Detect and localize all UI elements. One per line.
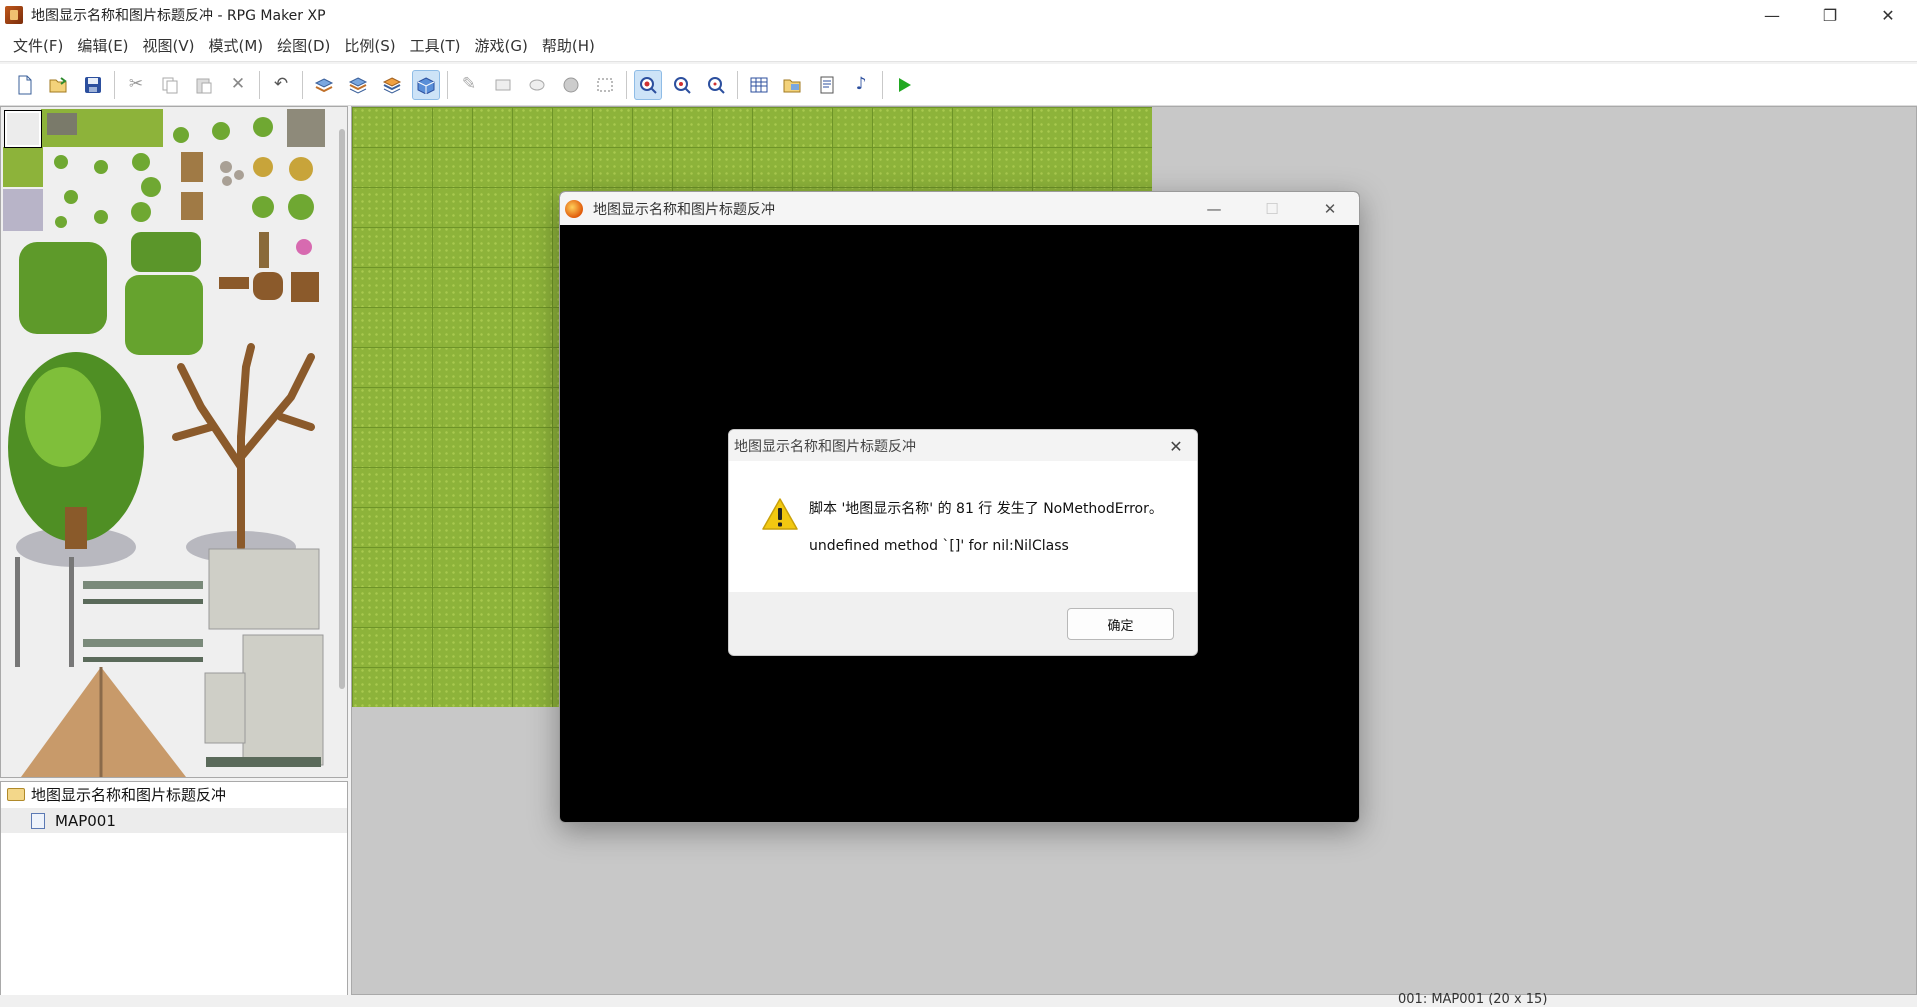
materials-icon[interactable] [779,70,807,100]
menu-mode[interactable]: 模式(M) [202,35,271,56]
minimize-icon[interactable]: — [1743,0,1801,30]
event-layer-icon[interactable] [412,69,440,100]
tile-selection-cursor[interactable] [4,110,42,148]
open-project-icon[interactable] [45,70,73,100]
map-tree-item-label: MAP001 [55,811,116,830]
rectangle-icon[interactable] [489,70,517,100]
menu-edit[interactable]: 编辑(E) [70,35,135,56]
copy-icon[interactable] [156,70,184,100]
menu-file[interactable]: 文件(F) [6,35,70,56]
script-editor-icon[interactable] [813,70,841,100]
save-icon[interactable] [79,70,107,100]
close-icon[interactable]: ✕ [1859,0,1917,30]
map-tree-root-label: 地图显示名称和图片标题反冲 [31,786,227,804]
database-icon[interactable] [745,70,773,100]
menu-scale[interactable]: 比例(S) [337,35,402,56]
tileset-panel[interactable] [0,106,348,778]
tileset-scrollbar[interactable] [339,129,345,689]
playtest-icon[interactable] [890,70,918,100]
menu-help[interactable]: 帮助(H) [535,35,602,56]
error-message-line2: undefined method `[]' for nil:NilClass [809,538,1069,554]
map-file-icon [31,812,45,829]
ok-button[interactable]: 确定 [1067,608,1174,640]
error-dialog-title: 地图显示名称和图片标题反冲 [734,438,916,455]
zoom-1-2-icon[interactable] [668,70,696,100]
toolbar-separator [114,70,115,99]
error-dialog-body: 脚本 '地图显示名称' 的 81 行 发生了 NoMethodError。 un… [729,461,1197,592]
close-icon[interactable]: ✕ [1165,435,1187,457]
map-tree-root[interactable]: 地图显示名称和图片标题反冲 [1,782,347,807]
delete-icon[interactable]: ✕ [224,70,252,100]
tileset-image[interactable] [1,107,347,777]
folder-icon [7,788,25,801]
pencil-icon[interactable]: ✎ [455,70,483,100]
warning-icon [762,498,798,530]
toolbar-separator [259,70,260,99]
game-window-controls: — ☐ ✕ [1185,192,1359,225]
app-titlebar: 地图显示名称和图片标题反冲 - RPG Maker XP — ❐ ✕ [0,0,1917,30]
rpgmaker-app-icon [5,6,23,24]
menu-view[interactable]: 视图(V) [136,35,202,56]
undo-icon[interactable]: ↶ [267,70,295,100]
toolbar-separator [626,70,627,99]
paste-icon[interactable] [190,70,218,100]
window-controls: — ❐ ✕ [1743,0,1917,30]
close-icon[interactable]: ✕ [1301,192,1359,225]
menu-bar: 文件(F) 编辑(E) 视图(V) 模式(M) 绘图(D) 比例(S) 工具(T… [0,30,1917,62]
game-app-icon [565,199,583,218]
map-info-status: 001: MAP001 (20 x 15) [1398,992,1548,1007]
toolbar-separator [447,70,448,99]
ellipse-icon[interactable] [523,70,551,100]
zoom-1-1-icon[interactable] [634,69,662,100]
sound-test-icon[interactable]: ♪ [847,70,875,100]
error-dialog: 地图显示名称和图片标题反冲 ✕ 脚本 '地图显示名称' 的 81 行 发生了 N… [728,429,1198,656]
cut-icon[interactable]: ✂ [122,70,150,100]
maximize-icon: ☐ [1265,199,1279,218]
layer2-icon[interactable] [344,70,372,100]
menu-tools[interactable]: 工具(T) [403,35,468,56]
new-file-icon[interactable] [11,70,39,100]
error-dialog-titlebar: 地图显示名称和图片标题反冲 ✕ [729,430,1197,461]
toolbar-separator [882,70,883,99]
toolbar: ✂ ✕ ↶ ✎ ♪ [0,64,1917,106]
map-tree-item[interactable]: MAP001 [1,808,347,833]
zoom-1-4-icon[interactable] [702,70,730,100]
toolbar-separator [302,70,303,99]
menu-game[interactable]: 游戏(G) [468,35,535,56]
window-title: 地图显示名称和图片标题反冲 - RPG Maker XP [31,8,326,24]
map-tree-panel: 地图显示名称和图片标题反冲 MAP001 [0,781,348,997]
layer1-icon[interactable] [310,70,338,100]
game-window-titlebar: 地图显示名称和图片标题反冲 — ☐ ✕ [560,192,1359,225]
minimize-icon[interactable]: — [1185,192,1243,225]
restore-icon[interactable]: ❐ [1801,0,1859,30]
menu-draw[interactable]: 绘图(D) [270,35,337,56]
select-icon[interactable] [591,70,619,100]
status-bar: 001: MAP001 (20 x 15) [0,992,1917,1007]
fill-icon[interactable] [557,70,585,100]
toolbar-separator [737,70,738,99]
error-dialog-footer: 确定 [729,592,1197,655]
error-message-line1: 脚本 '地图显示名称' 的 81 行 发生了 NoMethodError。 [809,501,1163,517]
layer3-icon[interactable] [378,70,406,100]
game-window-title: 地图显示名称和图片标题反冲 [593,201,775,218]
